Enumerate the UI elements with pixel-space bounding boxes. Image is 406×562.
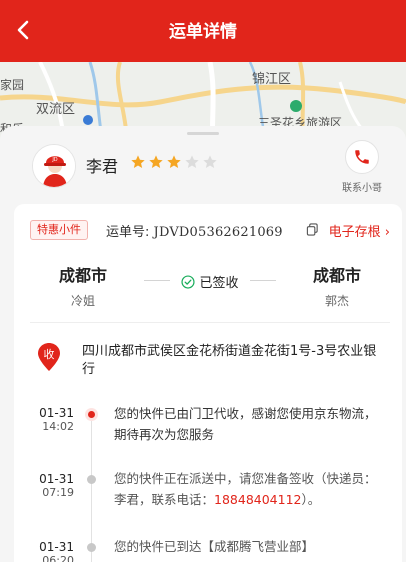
receive-location-icon: 收 bbox=[38, 343, 60, 371]
event-date: 01-31 14:02 bbox=[39, 406, 74, 433]
svg-text:收: 收 bbox=[44, 347, 55, 361]
status-divider bbox=[250, 280, 276, 281]
map-label: 锦江区 bbox=[252, 72, 292, 87]
event-time: 14:02 bbox=[42, 420, 74, 433]
event-time: 06:20 bbox=[42, 554, 74, 562]
star-empty-icon bbox=[203, 155, 217, 168]
timeline-dot-active bbox=[85, 408, 98, 421]
page-title: 运单详情 bbox=[169, 22, 237, 42]
event-date: 01-31 06:20 bbox=[38, 540, 74, 562]
check-circle-icon bbox=[181, 275, 196, 289]
status-divider bbox=[144, 280, 170, 281]
contact-courier-button[interactable]: 联系小哥 bbox=[338, 140, 386, 194]
delivery-status: 已签收 bbox=[140, 272, 280, 291]
origin: 成都市 冷姐 bbox=[38, 262, 128, 309]
courier-row: JD 李君 联系小哥 bbox=[0, 138, 406, 204]
courier-phone-link[interactable]: 18848404112 bbox=[214, 492, 301, 507]
route-summary: 成都市 冷姐 已签收 成都市 郭杰 bbox=[30, 262, 390, 314]
chevron-right-icon: › bbox=[384, 225, 390, 240]
timeline-line bbox=[91, 418, 92, 562]
copy-icon[interactable] bbox=[306, 223, 319, 236]
timeline-dot bbox=[87, 543, 96, 552]
star-filled-icon bbox=[167, 155, 181, 168]
svg-text:JD: JD bbox=[51, 157, 57, 163]
rating-stars bbox=[130, 154, 218, 170]
e-receipt-label: 电子存根 bbox=[328, 225, 381, 240]
waybill-row: 特惠小件 运单号: JDVD05362621069 电子存根 › bbox=[30, 220, 390, 242]
waybill-card: 特惠小件 运单号: JDVD05362621069 电子存根 › 成都市 冷姐 bbox=[14, 204, 402, 562]
courier-name: 李君 bbox=[86, 157, 119, 176]
status-label: 已签收 bbox=[199, 276, 239, 291]
avatar: JD bbox=[32, 144, 76, 188]
waybill-number-value: JDVD05362621069 bbox=[153, 225, 283, 240]
phone-icon bbox=[355, 150, 369, 164]
divider bbox=[30, 322, 390, 323]
drag-handle[interactable] bbox=[187, 132, 219, 135]
event-date: 01-31 07:19 bbox=[39, 472, 74, 499]
star-filled-icon bbox=[131, 155, 145, 168]
delivery-address: 四川成都市武侯区金花桥街道金花街1号-3号农业银行 bbox=[82, 344, 377, 377]
sender-name: 冷姐 bbox=[70, 294, 95, 308]
origin-city: 成都市 bbox=[58, 266, 107, 285]
receiver-name: 郭杰 bbox=[324, 294, 349, 308]
waybill-label: 运单号: bbox=[106, 225, 150, 240]
waybill-sheet: JD 李君 联系小哥 特惠小件 运单号: JDVD05362621069 电子存… bbox=[0, 126, 406, 562]
phone-icon-wrap bbox=[345, 140, 379, 174]
map-label: 双流区 bbox=[36, 102, 76, 117]
star-empty-icon bbox=[185, 155, 199, 168]
map-label: 家园 bbox=[0, 78, 25, 92]
destination-city: 成都市 bbox=[312, 266, 361, 285]
service-tag: 特惠小件 bbox=[30, 220, 88, 240]
event-text: 您的快件已到达【成都腾飞营业部】 bbox=[114, 539, 315, 554]
star-filled-icon bbox=[149, 155, 163, 168]
contact-courier-label: 联系小哥 bbox=[342, 183, 382, 194]
waybill-number: 运单号: JDVD05362621069 bbox=[106, 221, 283, 240]
event-time: 07:19 bbox=[42, 486, 74, 499]
event-text: 您的快件正在派送中，请您准备签收（快递员：李君，联系电话：18848404112… bbox=[114, 471, 377, 507]
timeline-dot bbox=[87, 475, 96, 484]
courier-avatar-icon: JD bbox=[33, 145, 75, 187]
event-text: 您的快件已由门卫代收，感谢您使用京东物流，期待再次为您服务 bbox=[114, 406, 377, 442]
e-receipt-link[interactable]: 电子存根 › bbox=[329, 221, 390, 240]
destination: 成都市 郭杰 bbox=[292, 262, 382, 309]
app-header: 运单详情 bbox=[0, 0, 406, 62]
